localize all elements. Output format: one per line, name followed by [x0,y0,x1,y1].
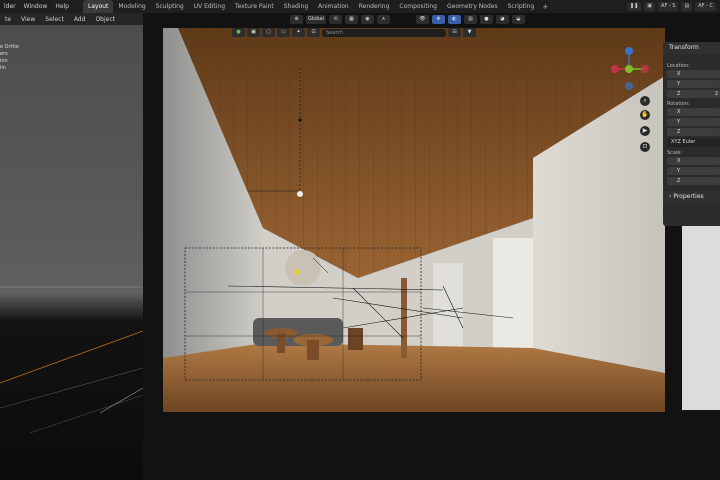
snap-target-icon[interactable]: ▦ [344,14,358,24]
xray-icon[interactable]: ▥ [463,14,477,24]
viewport-header: ⊕ Global ⟲ ▦ ◉ ∧ 👁 ✥ ◐ ▥ ● ◕ ◒ [290,13,560,25]
transform-pivot-icon[interactable]: ⊕ [290,14,303,24]
neg-x-axis-icon [641,65,649,73]
camera-render-view[interactable] [163,28,665,412]
left-viewport[interactable]: e Ortho ers ion lin [0,13,143,480]
editor-type-menu[interactable]: te [0,16,16,23]
top-right-controls: ❚❚ ▣ AF - S ▤ AF - C [626,0,716,13]
add-workspace-button[interactable]: + [539,3,551,11]
falloff-icon[interactable]: ∧ [376,14,390,24]
overlay-line: lin [0,65,6,71]
axis-label: Z [677,178,681,184]
rotation-label: Rotation: [667,101,690,107]
z-axis-icon [625,47,633,55]
rotation-mode-select[interactable]: XYZ Euler [667,138,720,147]
snap-icon[interactable]: ⟲ [328,14,342,24]
menu-object[interactable]: Object [90,16,120,23]
viewport-subheader: ● ▣ ▢ ▭ ✦ ⊡ Search ⊟ ▼ [232,27,492,38]
menu-window[interactable]: Window [20,3,52,10]
light-icon[interactable]: ✦ [292,28,305,37]
left-viewport-grid [0,286,143,434]
axis-label: Z [677,91,681,97]
right-area-edge [682,226,720,410]
axis-label: Y [677,81,681,87]
scale-x-field[interactable]: X [667,157,720,165]
search-input[interactable]: Search [322,28,446,37]
overlay-toggle-icon[interactable]: ◐ [447,14,461,24]
left-viewport-header: te View Select Add Object [0,13,143,25]
shading-solid-icon[interactable]: ● [479,14,493,24]
funnel-icon[interactable]: ▼ [463,28,476,37]
axis-label: Z [677,129,681,135]
tab-shading[interactable]: Shading [279,0,313,13]
pause-icon[interactable]: ❚❚ [626,2,642,11]
menu-blender[interactable]: lder [0,3,20,10]
tab-geometry-nodes[interactable]: Geometry Nodes [442,0,503,13]
tab-sculpting[interactable]: Sculpting [151,0,189,13]
gizmo-toggle-icon[interactable]: ✥ [431,14,445,24]
menu-view[interactable]: View [16,16,40,23]
scale-label: Scale: [667,150,683,156]
properties-label: Properties [673,193,704,200]
empty-icon[interactable]: ⊡ [307,28,320,37]
scale-z-field[interactable]: Z [667,177,720,185]
camera-icon[interactable]: ▭ [277,28,290,37]
scale-y-field[interactable]: Y [667,167,720,175]
shading-icon[interactable]: ● [232,28,245,37]
rotation-z-field[interactable]: Z [667,128,720,136]
neg-z-axis-icon [625,82,633,90]
overlay-line: ers [0,51,8,57]
overlay-line: ion [0,58,8,64]
location-z-field[interactable]: Z2 [667,90,720,98]
viewport-overlay-text: e Ortho ers ion lin [0,44,19,72]
axis-label: X [677,71,681,77]
axis-label: X [677,158,681,164]
y-axis-icon [625,65,633,73]
axis-label: Y [677,119,681,125]
zoom-icon[interactable]: ⌕ [640,96,650,106]
location-x-field[interactable]: X [667,70,720,78]
lock-icon[interactable]: ⊡ [640,142,650,152]
location-y-field[interactable]: Y [667,80,720,88]
shading-rendered-icon[interactable]: ◒ [511,14,525,24]
scene-icon[interactable]: ▣ [644,2,656,11]
tab-texture-paint[interactable]: Texture Paint [230,0,279,13]
overlay-line: e Ortho [0,44,19,50]
menu-add[interactable]: Add [69,16,91,23]
tab-compositing[interactable]: Compositing [394,0,442,13]
orientation-selector[interactable]: Global [306,14,326,24]
object-icon[interactable]: ▣ [247,28,260,37]
tab-animation[interactable]: Animation [313,0,354,13]
transform-panel-title[interactable]: Transform [663,42,720,54]
scene-selector[interactable]: AF - S [658,2,679,11]
properties-panel-header[interactable]: › Properties [663,191,720,203]
tab-layout[interactable]: Layout [83,0,114,13]
view-layer-selector[interactable]: AF - C [695,2,716,11]
axis-label: Y [677,168,681,174]
navigation-gizmo[interactable] [605,45,655,95]
location-label: Location: [667,63,690,69]
tab-rendering[interactable]: Rendering [354,0,395,13]
view-layer-icon[interactable]: ▤ [681,2,693,11]
filter-icon[interactable]: ⊟ [448,28,461,37]
x-axis-icon [611,65,619,73]
camera-view-icon[interactable]: ▶ [640,126,650,136]
menu-select[interactable]: Select [40,16,69,23]
top-bar: lder Window Help Layout Modeling Sculpti… [0,0,720,13]
sidebar-transform-panel: Transform Location: X Y Z2 Rotation: X Y… [663,42,720,226]
axis-label: X [677,109,681,115]
tab-scripting[interactable]: Scripting [503,0,540,13]
rotation-y-field[interactable]: Y [667,118,720,126]
chevron-right-icon: › [669,193,672,200]
rotation-x-field[interactable]: X [667,108,720,116]
proportional-edit-icon[interactable]: ◉ [360,14,374,24]
hand-icon[interactable]: ✋ [640,110,650,120]
mesh-icon[interactable]: ▢ [262,28,275,37]
tab-modeling[interactable]: Modeling [113,0,150,13]
visibility-icon[interactable]: 👁 [415,14,429,24]
shading-material-icon[interactable]: ◕ [495,14,509,24]
field-value: 2 [714,91,718,97]
tab-uv-editing[interactable]: UV Editing [189,0,230,13]
menu-help[interactable]: Help [51,3,73,10]
